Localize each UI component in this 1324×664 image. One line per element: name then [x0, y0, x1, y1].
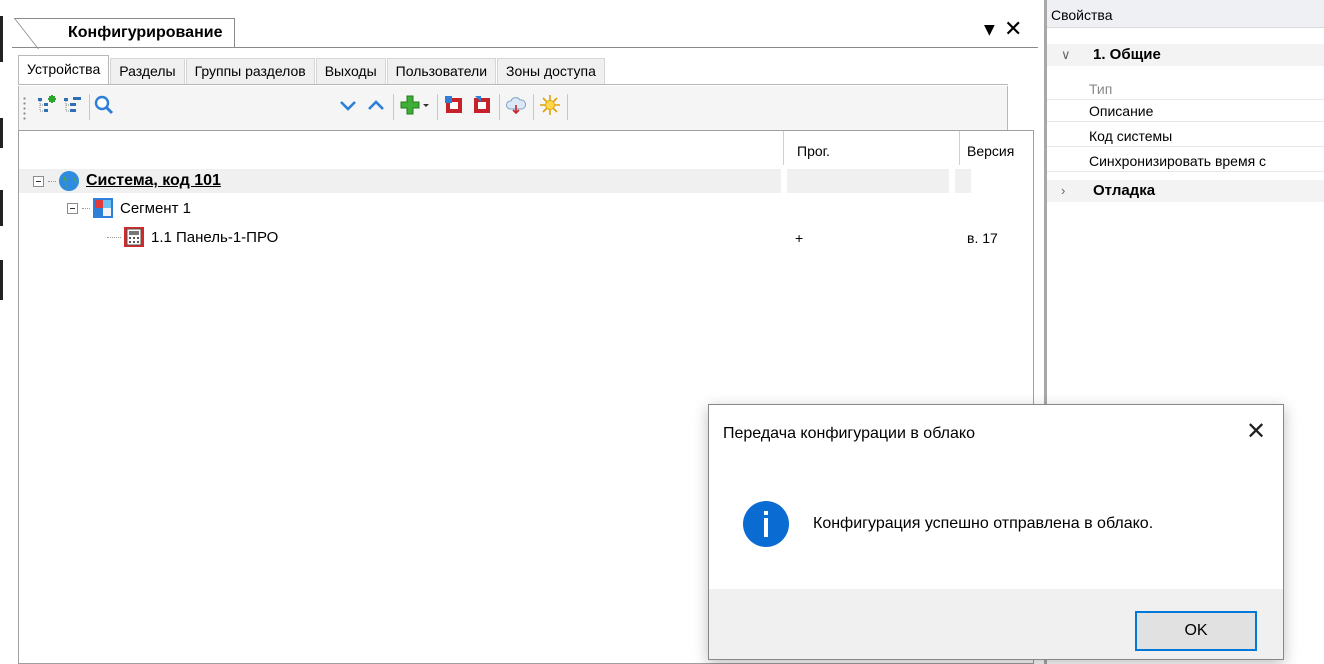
prog-cell: + [795, 230, 804, 246]
panel-tab-label: Конфигурирование [68, 24, 223, 41]
column-header-prog[interactable]: Прог. [797, 143, 830, 159]
collapse-icon[interactable] [67, 202, 78, 214]
chevron-right-icon[interactable]: › [1061, 183, 1065, 198]
ok-button[interactable]: OK [1135, 611, 1257, 651]
dialog-footer: OK [709, 589, 1283, 659]
tree-row-label: 1.1 Панель-1-ПРО [151, 228, 279, 246]
move-down-icon[interactable] [337, 94, 359, 116]
properties-header: Свойства [1047, 0, 1324, 28]
search-icon[interactable] [93, 94, 115, 116]
add-child-icon[interactable] [35, 94, 57, 116]
version-cell: в. 17 [967, 230, 998, 246]
tree-row-segment[interactable]: Сегмент 1 [67, 195, 191, 221]
close-icon[interactable]: ✕ [1239, 415, 1273, 449]
add-dropdown-icon[interactable] [399, 94, 431, 116]
prop-group-general[interactable]: ∨ 1. Общие [1047, 44, 1324, 66]
chevron-down-icon[interactable]: ∨ [1061, 47, 1071, 63]
panel-tab-configuration[interactable]: Конфигурирование [13, 18, 236, 49]
message-dialog: Передача конфигурации в облако ✕ Конфигу… [708, 404, 1284, 660]
cloud-icon[interactable] [505, 94, 527, 116]
tab-sections[interactable]: Разделы [110, 58, 185, 84]
close-icon[interactable]: ✕ [1004, 17, 1022, 43]
dropdown-arrow-icon[interactable]: ▼ [984, 22, 995, 38]
device-tabs: Устройства Разделы Группы разделов Выход… [18, 55, 606, 84]
segment-icon [93, 198, 113, 218]
prop-row-description[interactable]: Описание [1047, 100, 1324, 122]
tab-outputs[interactable]: Выходы [315, 58, 386, 84]
tab-users[interactable]: Пользователи [386, 58, 497, 84]
collapse-icon[interactable] [33, 175, 44, 187]
tab-section-groups[interactable]: Группы разделов [185, 58, 315, 84]
prop-row-type[interactable]: Тип [1047, 78, 1324, 100]
globe-icon [59, 171, 79, 191]
new-icon[interactable] [539, 94, 561, 116]
tree-row-label: Сегмент 1 [120, 199, 191, 217]
prop-row-sync-time[interactable]: Синхронизировать время с [1047, 150, 1324, 172]
toolbar-grip[interactable] [23, 96, 26, 120]
prop-group-debug[interactable]: › Отладка [1047, 180, 1324, 202]
dialog-title: Передача конфигурации в облако [723, 425, 975, 442]
toolbar [18, 86, 1008, 130]
column-header-version[interactable]: Версия [967, 143, 1014, 159]
tree-row-system[interactable]: Система, код 101 [33, 168, 221, 194]
panel-tabbar: Конфигурирование ▼ ✕ [12, 0, 1038, 49]
tree-row-label: Система, код 101 [86, 172, 221, 189]
panel-device-icon [124, 227, 144, 247]
window-edge [0, 0, 10, 664]
add-sibling-icon[interactable] [61, 94, 83, 116]
info-icon [743, 501, 789, 547]
read-config-icon[interactable] [443, 94, 465, 116]
tab-access-zones[interactable]: Зоны доступа [497, 58, 605, 84]
tree-row-panel[interactable]: 1.1 Панель-1-ПРО [107, 224, 278, 250]
dialog-message: Конфигурация успешно отправлена в облако… [813, 515, 1154, 532]
write-config-icon[interactable] [471, 94, 493, 116]
move-up-icon[interactable] [365, 94, 387, 116]
prop-row-system-code[interactable]: Код системы [1047, 125, 1324, 147]
tab-devices[interactable]: Устройства [18, 55, 110, 84]
